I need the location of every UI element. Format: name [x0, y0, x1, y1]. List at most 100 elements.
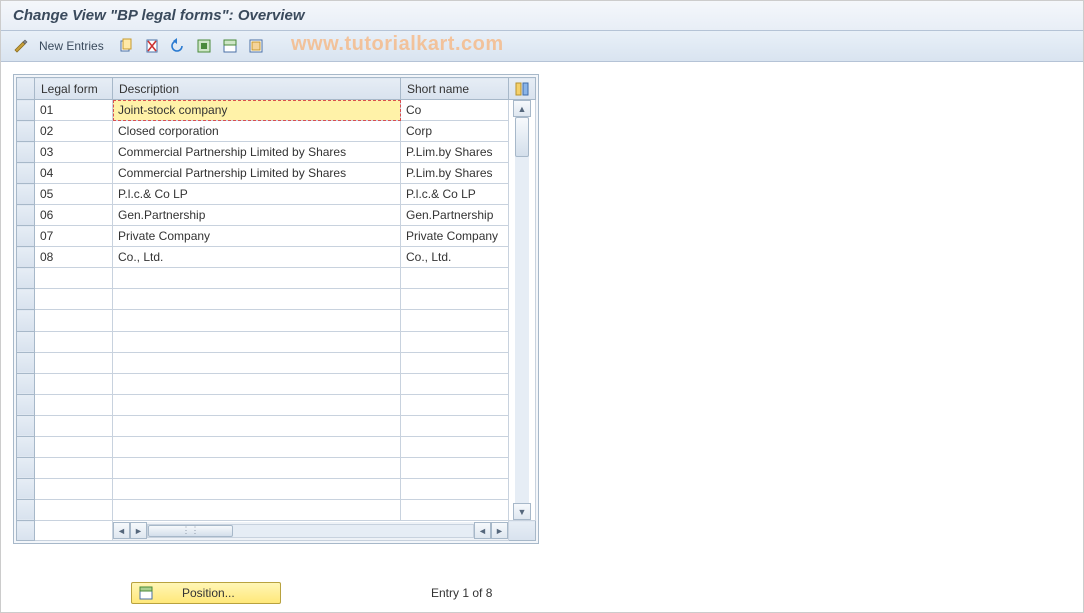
cell-empty[interactable] — [401, 289, 509, 310]
row-selector[interactable] — [17, 163, 35, 184]
cell-description[interactable]: Gen.Partnership — [113, 205, 401, 226]
cell-empty[interactable] — [35, 394, 113, 415]
hscroll-thumb[interactable]: ⋮⋮ — [148, 525, 233, 537]
cell-empty[interactable] — [113, 289, 401, 310]
row-selector[interactable] — [17, 415, 35, 436]
hscroll-step-right-icon[interactable]: ► — [130, 522, 147, 539]
vscroll-up-icon[interactable]: ▲ — [513, 100, 531, 117]
row-selector[interactable] — [17, 205, 35, 226]
cell-legal-form[interactable]: 06 — [35, 205, 113, 226]
row-selector[interactable] — [17, 226, 35, 247]
row-selector[interactable] — [17, 247, 35, 268]
cell-legal-form[interactable]: 01 — [35, 100, 113, 121]
cell-legal-form[interactable]: 03 — [35, 142, 113, 163]
cell-description[interactable]: Private Company — [113, 226, 401, 247]
cell-empty[interactable] — [113, 415, 401, 436]
row-selector[interactable] — [17, 268, 35, 289]
change-display-icon[interactable] — [11, 36, 31, 56]
cell-empty[interactable] — [35, 310, 113, 331]
cell-short-name[interactable]: Gen.Partnership — [401, 205, 509, 226]
hscroll-track[interactable]: ⋮⋮ — [147, 524, 474, 538]
hscroll-right-icon[interactable]: ► — [491, 522, 508, 539]
row-selector[interactable] — [17, 289, 35, 310]
undo-icon[interactable] — [168, 36, 188, 56]
cell-empty[interactable] — [113, 436, 401, 457]
cell-empty[interactable] — [401, 457, 509, 478]
col-header-description[interactable]: Description — [113, 78, 401, 100]
cell-empty[interactable] — [113, 478, 401, 499]
cell-empty[interactable] — [35, 415, 113, 436]
cell-empty[interactable] — [35, 373, 113, 394]
cell-empty[interactable] — [401, 352, 509, 373]
cell-short-name[interactable]: Private Company — [401, 226, 509, 247]
cell-description[interactable]: Commercial Partnership Limited by Shares — [113, 163, 401, 184]
select-block-icon[interactable] — [220, 36, 240, 56]
cell-short-name[interactable]: Corp — [401, 121, 509, 142]
cell-empty[interactable] — [113, 331, 401, 352]
row-selector[interactable] — [17, 457, 35, 478]
col-header-legal-form[interactable]: Legal form — [35, 78, 113, 100]
cell-description[interactable]: P.l.c.& Co LP — [113, 184, 401, 205]
row-selector[interactable] — [17, 100, 35, 121]
col-header-short-name[interactable]: Short name — [401, 78, 509, 100]
row-selector[interactable] — [17, 142, 35, 163]
vscroll-track[interactable] — [515, 117, 529, 503]
row-selector[interactable] — [17, 436, 35, 457]
cell-description[interactable]: Joint-stock company — [113, 100, 401, 121]
cell-legal-form[interactable]: 04 — [35, 163, 113, 184]
cell-empty[interactable] — [401, 436, 509, 457]
vertical-scrollbar[interactable]: ▲▼ — [509, 100, 536, 521]
cell-empty[interactable] — [401, 268, 509, 289]
cell-empty[interactable] — [401, 478, 509, 499]
vscroll-thumb[interactable] — [515, 117, 529, 157]
row-selector[interactable] — [17, 331, 35, 352]
horizontal-scrollbar[interactable]: ◄ ► ⋮⋮ ◄ ► — [113, 522, 508, 540]
cell-description[interactable]: Co., Ltd. — [113, 247, 401, 268]
cell-short-name[interactable]: P.l.c.& Co LP — [401, 184, 509, 205]
cell-empty[interactable] — [113, 352, 401, 373]
configure-columns-icon[interactable] — [509, 78, 536, 100]
row-selector[interactable] — [17, 373, 35, 394]
delete-icon[interactable] — [142, 36, 162, 56]
cell-empty[interactable] — [35, 352, 113, 373]
row-selector[interactable] — [17, 499, 35, 520]
cell-legal-form[interactable]: 02 — [35, 121, 113, 142]
row-selector-header[interactable] — [17, 78, 35, 100]
row-selector[interactable] — [17, 394, 35, 415]
cell-short-name[interactable]: P.Lim.by Shares — [401, 163, 509, 184]
cell-empty[interactable] — [113, 373, 401, 394]
select-all-icon[interactable] — [194, 36, 214, 56]
cell-description[interactable]: Commercial Partnership Limited by Shares — [113, 142, 401, 163]
cell-short-name[interactable]: P.Lim.by Shares — [401, 142, 509, 163]
cell-empty[interactable] — [401, 331, 509, 352]
cell-empty[interactable] — [35, 289, 113, 310]
cell-empty[interactable] — [35, 436, 113, 457]
cell-short-name[interactable]: Co — [401, 100, 509, 121]
deselect-all-icon[interactable] — [246, 36, 266, 56]
cell-empty[interactable] — [113, 457, 401, 478]
cell-empty[interactable] — [401, 499, 509, 520]
cell-empty[interactable] — [35, 331, 113, 352]
hscroll-left-icon[interactable]: ◄ — [113, 522, 130, 539]
cell-empty[interactable] — [113, 394, 401, 415]
row-selector[interactable] — [17, 478, 35, 499]
cell-empty[interactable] — [35, 478, 113, 499]
hscroll-step-left2-icon[interactable]: ◄ — [474, 522, 491, 539]
cell-empty[interactable] — [401, 310, 509, 331]
cell-legal-form[interactable]: 07 — [35, 226, 113, 247]
cell-empty[interactable] — [113, 310, 401, 331]
new-entries-button[interactable]: New Entries — [37, 39, 110, 53]
row-selector[interactable] — [17, 184, 35, 205]
cell-empty[interactable] — [113, 499, 401, 520]
row-selector[interactable] — [17, 310, 35, 331]
copy-icon[interactable] — [116, 36, 136, 56]
cell-description[interactable]: Closed corporation — [113, 121, 401, 142]
cell-empty[interactable] — [35, 457, 113, 478]
row-selector[interactable] — [17, 121, 35, 142]
vscroll-down-icon[interactable]: ▼ — [513, 503, 531, 520]
cell-legal-form[interactable]: 05 — [35, 184, 113, 205]
cell-empty[interactable] — [35, 268, 113, 289]
cell-empty[interactable] — [401, 394, 509, 415]
cell-short-name[interactable]: Co., Ltd. — [401, 247, 509, 268]
row-selector[interactable] — [17, 352, 35, 373]
